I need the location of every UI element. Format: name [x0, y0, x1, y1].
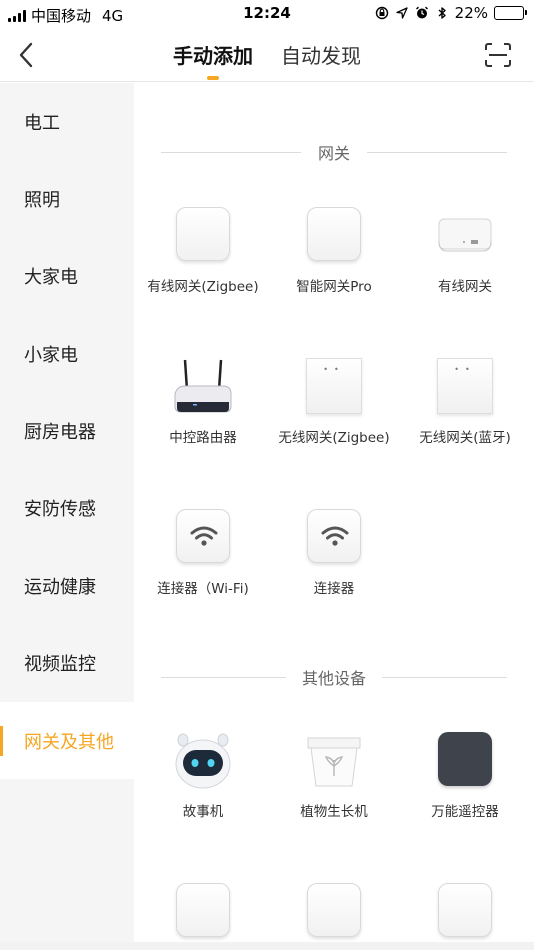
tab-manual-add[interactable]: 手动添加	[173, 40, 253, 80]
screen-rotation-lock-icon	[375, 6, 388, 20]
section-header-other-devices: 其他设备	[134, 665, 534, 689]
bottom-edge	[0, 942, 534, 950]
robot-story-machine-icon	[175, 732, 231, 789]
location-arrow-icon	[396, 7, 408, 19]
device-item[interactable]: •• 无线网关(Zigbee)	[268, 358, 400, 446]
sidebar-item-label: 厨房电器	[24, 421, 96, 443]
nav-bar: 手动添加 自动发现	[0, 28, 534, 82]
device-label: 连接器（Wi-Fi)	[157, 581, 249, 597]
sidebar-item-label: 安防传感	[24, 498, 96, 520]
device-item[interactable]: 植物生长机	[268, 732, 400, 820]
router-antennas-icon	[174, 358, 232, 414]
device-item[interactable]	[137, 883, 269, 939]
active-category-indicator	[0, 726, 3, 756]
divider-line	[382, 677, 507, 678]
alarm-clock-icon	[415, 6, 428, 19]
sidebar-item-lighting[interactable]: 照明	[0, 160, 134, 237]
device-label: 连接器	[313, 581, 355, 597]
device-label: 智能网关Pro	[296, 279, 372, 295]
device-item[interactable]: 中控路由器	[137, 358, 269, 446]
sidebar-item-fitness[interactable]: 运动健康	[0, 547, 134, 624]
sidebar-item-label: 照明	[24, 189, 60, 211]
wifi-connector-icon	[175, 509, 231, 565]
tab-auto-discover-label: 自动发现	[281, 44, 361, 68]
device-label: 故事机	[182, 804, 224, 820]
device-item[interactable]: 连接器（Wi-Fi)	[137, 509, 269, 597]
sidebar-item-label: 运动健康	[24, 576, 96, 598]
sidebar-item-gateway-other[interactable]: 网关及其他	[0, 702, 134, 779]
sidebar-item-label: 大家电	[24, 266, 78, 288]
battery-percent: 22%	[454, 4, 488, 22]
white-square-gateway-icon	[175, 207, 231, 263]
tab-auto-discover[interactable]: 自动发现	[281, 40, 361, 77]
device-list: 网关 有线网关(Zigbee) 智能网关Pro 有线网关 中控路由器 •• 无线…	[134, 83, 534, 950]
sidebar-item-security[interactable]: 安防传感	[0, 469, 134, 546]
device-item[interactable]: 万能遥控器	[399, 732, 531, 820]
status-right: 22%	[375, 4, 527, 22]
white-square-device-icon	[175, 883, 231, 939]
white-cube-gateway-icon: ••	[437, 358, 493, 414]
white-square-gateway-icon	[306, 207, 362, 263]
device-item[interactable]	[268, 883, 400, 939]
device-item[interactable]: 有线网关(Zigbee)	[137, 207, 269, 295]
device-label: 有线网关(Zigbee)	[147, 279, 259, 295]
sidebar-item-small-appliances[interactable]: 小家电	[0, 315, 134, 392]
scan-icon[interactable]	[484, 42, 512, 68]
category-sidebar: 电工 照明 大家电 小家电 厨房电器 安防传感 运动健康 视频监控 网关及其他	[0, 83, 134, 950]
section-header-gateway: 网关	[134, 140, 534, 164]
dark-square-remote-icon	[437, 732, 493, 788]
device-item[interactable]	[399, 883, 531, 939]
white-square-device-icon	[306, 883, 362, 939]
white-cube-gateway-icon: ••	[306, 358, 362, 414]
device-item[interactable]: 连接器	[268, 509, 400, 597]
sidebar-item-label: 视频监控	[24, 653, 96, 675]
device-item[interactable]: 有线网关	[399, 207, 531, 295]
flat-gateway-hub-icon	[437, 207, 493, 263]
sidebar-item-video[interactable]: 视频监控	[0, 624, 134, 701]
sidebar-item-label: 电工	[24, 112, 60, 134]
device-label: 无线网关(蓝牙)	[419, 430, 511, 446]
device-label: 中控路由器	[169, 430, 237, 446]
device-item[interactable]: •• 无线网关(蓝牙)	[399, 358, 531, 446]
device-label: 万能遥控器	[431, 804, 499, 820]
sidebar-item-kitchen[interactable]: 厨房电器	[0, 392, 134, 469]
device-label: 无线网关(Zigbee)	[278, 430, 390, 446]
plant-pot-icon	[306, 732, 362, 788]
device-item[interactable]: 智能网关Pro	[268, 207, 400, 295]
status-bar: 中国移动 4G 12:24 22%	[0, 0, 534, 28]
add-mode-tabs: 手动添加 自动发现	[0, 40, 534, 80]
tab-manual-add-label: 手动添加	[173, 44, 253, 68]
white-square-device-icon	[437, 883, 493, 939]
sidebar-item-large-appliances[interactable]: 大家电	[0, 237, 134, 314]
device-label: 植物生长机	[300, 804, 368, 820]
sidebar-item-electrical[interactable]: 电工	[0, 83, 134, 160]
wifi-connector-icon	[306, 509, 362, 565]
battery-icon	[494, 6, 527, 20]
divider-line	[367, 152, 507, 153]
active-tab-indicator	[207, 76, 219, 80]
device-label: 有线网关	[438, 279, 492, 295]
sidebar-item-label: 网关及其他	[24, 731, 114, 753]
bluetooth-icon	[438, 7, 446, 19]
device-item[interactable]: 故事机	[137, 732, 269, 820]
sidebar-item-label: 小家电	[24, 344, 78, 366]
